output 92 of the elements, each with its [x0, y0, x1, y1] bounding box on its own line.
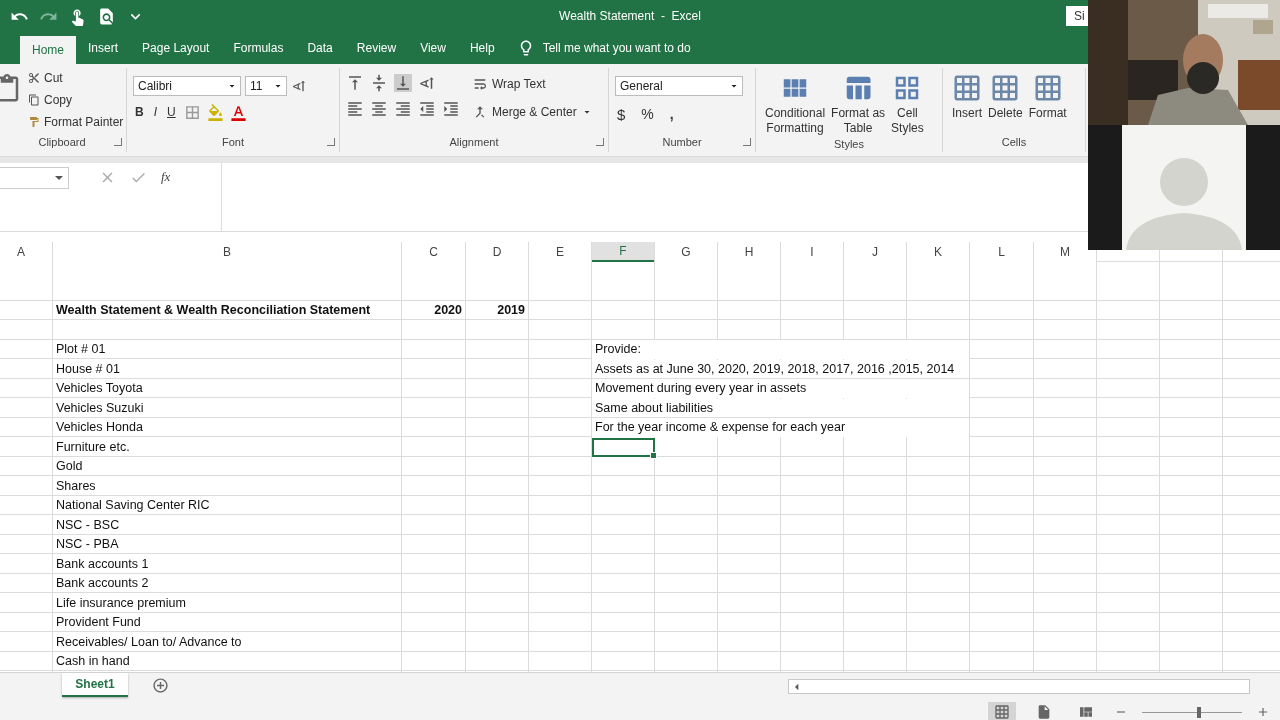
- ribbon-tab[interactable]: Home: [20, 36, 76, 64]
- cell-text: Cash in hand: [55, 653, 131, 670]
- wrap-text-button[interactable]: Wrap Text: [470, 74, 595, 94]
- font-name-field[interactable]: Calibri: [133, 76, 241, 96]
- underline-button[interactable]: U: [165, 102, 178, 122]
- copy-button[interactable]: Copy: [26, 90, 126, 110]
- bold-button[interactable]: B: [133, 102, 146, 122]
- percent-button[interactable]: %: [639, 104, 656, 124]
- paint-roller-icon: [28, 116, 40, 128]
- align-right-icon[interactable]: [394, 100, 412, 118]
- ribbon-tab[interactable]: Page Layout: [130, 32, 222, 64]
- italic-button[interactable]: I: [151, 102, 159, 122]
- bottom-align-icon[interactable]: [394, 74, 412, 92]
- print-preview-icon[interactable]: [97, 6, 116, 26]
- cut-button[interactable]: Cut: [26, 68, 126, 88]
- cell-text: Shares: [55, 477, 97, 495]
- cell-text: Plot # 01: [55, 341, 107, 358]
- dropdown-icon[interactable]: [55, 176, 63, 180]
- column-header[interactable]: F: [592, 242, 654, 262]
- fill-color-icon[interactable]: [206, 103, 224, 121]
- sign-in-button[interactable]: Si: [1066, 6, 1088, 26]
- cell-text: Receivables/ Loan to/ Advance to: [55, 633, 243, 651]
- cell-text: Provident Fund: [55, 614, 142, 631]
- cell-text: Bank accounts 2: [55, 575, 150, 592]
- top-align-icon[interactable]: [346, 74, 364, 92]
- group-label: Number: [662, 136, 702, 150]
- grid-icon: [952, 73, 982, 103]
- wrap-text-icon: [472, 76, 488, 92]
- cell-text: 2019: [496, 302, 526, 319]
- group-label: Clipboard: [38, 136, 86, 150]
- styles-button[interactable]: Conditional Formatting: [762, 68, 829, 138]
- insert-function-button[interactable]: fx: [161, 169, 171, 185]
- launcher-icon[interactable]: [114, 138, 122, 146]
- launcher-icon[interactable]: [327, 138, 335, 146]
- styles-button[interactable]: Format as Table: [828, 68, 889, 138]
- ribbon-tab[interactable]: Formulas: [221, 32, 296, 64]
- cell-text: 2020: [433, 302, 463, 319]
- indent-decrease-icon[interactable]: [418, 100, 436, 118]
- align-center-icon[interactable]: [370, 100, 388, 118]
- cell-text: Movement during every year in assets: [592, 379, 969, 398]
- format-painter-button[interactable]: Format Painter: [26, 112, 126, 132]
- ribbon-tab[interactable]: Review: [344, 32, 409, 64]
- normal-view-icon[interactable]: [988, 702, 1016, 720]
- number-format-field[interactable]: General: [615, 76, 743, 96]
- copy-icon: [28, 94, 40, 106]
- active-cell[interactable]: [592, 437, 655, 457]
- cell-text: Provide:: [592, 340, 969, 359]
- font-color-icon[interactable]: [229, 103, 247, 121]
- window-title: Wealth Statement - Excel: [559, 9, 702, 23]
- cells-button[interactable]: Delete: [985, 68, 1026, 136]
- orientation-icon[interactable]: [418, 74, 436, 92]
- cell-text: NSC - PBA: [55, 536, 120, 553]
- cell-text: For the year income & expense for each year: [592, 418, 969, 437]
- cell-text: Life insurance premium: [55, 594, 187, 612]
- cell-text: NSC - BSC: [55, 516, 121, 534]
- add-sheet-icon[interactable]: [152, 677, 169, 694]
- grid-icon: [990, 73, 1021, 103]
- sheet-tab[interactable]: Sheet1: [62, 673, 128, 697]
- ribbon-tab[interactable]: Insert: [76, 32, 131, 64]
- styles-button[interactable]: Cell Styles: [888, 68, 927, 138]
- borders-icon[interactable]: [183, 103, 201, 121]
- zoom-thumb[interactable]: [1197, 706, 1201, 718]
- cells-button[interactable]: Format: [1025, 68, 1070, 136]
- cell-text: Vehicles Toyota: [55, 380, 144, 397]
- launcher-icon[interactable]: [743, 138, 751, 146]
- group-label: Alignment: [449, 136, 499, 150]
- cell-text: Vehicles Suzuki: [55, 399, 145, 417]
- merge-center-button[interactable]: Merge & Center: [470, 102, 595, 122]
- scissors-icon: [28, 72, 40, 84]
- ribbon-tab[interactable]: Data: [295, 32, 345, 64]
- ribbon-tab[interactable]: View: [408, 32, 458, 64]
- cell-text: Bank accounts 1: [55, 555, 150, 573]
- cell-text: House # 01: [55, 360, 121, 378]
- cell-text: Gold: [55, 458, 84, 475]
- indent-increase-icon[interactable]: [442, 100, 460, 118]
- font-size-field[interactable]: 11: [245, 76, 287, 96]
- cell-text: Furniture etc.: [55, 438, 131, 456]
- group-label: Styles: [834, 138, 864, 152]
- cells-button[interactable]: Insert: [949, 68, 985, 136]
- group-label: Font: [222, 136, 244, 150]
- launcher-icon[interactable]: [596, 138, 604, 146]
- cell-text: Vehicles Honda: [55, 419, 144, 436]
- group-label: Cells: [1001, 136, 1027, 150]
- middle-align-icon[interactable]: [370, 74, 388, 92]
- comma-button[interactable]: ,: [667, 104, 676, 124]
- tell-me-field[interactable]: Tell me what you want to do: [542, 41, 691, 55]
- currency-button[interactable]: $: [615, 104, 628, 124]
- cell-text: Wealth Statement & Wealth Reconciliation Statement: [55, 302, 372, 319]
- cell-text: National Saving Center RIC: [55, 497, 211, 514]
- align-left-icon[interactable]: [346, 100, 364, 118]
- zoom-in-icon[interactable]: [1256, 705, 1270, 719]
- ribbon-tab[interactable]: Help: [457, 32, 507, 64]
